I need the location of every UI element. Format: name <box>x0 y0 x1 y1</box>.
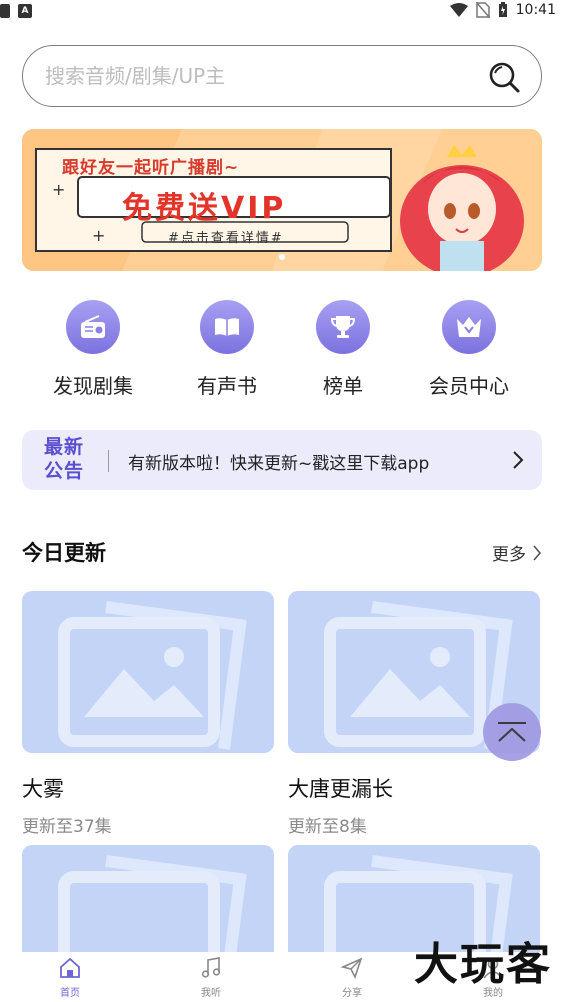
wifi-icon <box>449 3 468 17</box>
announcement-text: 有新版本啦！快来更新~戳这里下载app <box>128 454 430 474</box>
radio-icon <box>66 300 120 354</box>
tab-share[interactable]: 分享 <box>312 956 392 1002</box>
tab-label: 分享 <box>342 988 362 999</box>
tab-label: 首页 <box>60 988 80 999</box>
announcement-bar[interactable]: 最新 公告 有新版本啦！快来更新~戳这里下载app <box>22 430 542 490</box>
app-screen: A 10:41 搜索音频/剧集/UP主 + + 跟好友一起听广播剧~ 免费送VI… <box>0 0 564 1002</box>
chevron-right-icon <box>533 544 542 561</box>
quicknav-label: 榜单 <box>323 374 363 398</box>
chevron-up-icon <box>498 722 526 742</box>
quicknav-vip-center[interactable]: 会员中心 <box>406 300 532 400</box>
banner-pager-dot <box>279 254 285 260</box>
watermark-logo: 大玩客 <box>414 939 552 990</box>
search-icon[interactable] <box>487 60 521 94</box>
home-icon <box>60 957 80 978</box>
quicknav-audiobook[interactable]: 有声书 <box>164 300 290 400</box>
quicknav-label: 有声书 <box>197 374 257 398</box>
tab-listen[interactable]: 我听 <box>171 956 251 1002</box>
card-title: 大唐更漏长 <box>288 777 393 801</box>
back-to-top-button[interactable] <box>483 703 541 761</box>
section-title: 今日更新 <box>22 541 106 565</box>
quicknav-label: 会员中心 <box>429 374 509 398</box>
tab-home[interactable]: 首页 <box>30 956 110 1002</box>
quick-nav: 发现剧集 有声书 榜单 会员中心 <box>22 300 542 400</box>
svg-text:+: + <box>92 226 105 245</box>
quicknav-label: 发现剧集 <box>53 374 133 398</box>
announcement-tag: 最新 公告 <box>44 435 92 483</box>
drama-card[interactable]: 大雾 更新至37集 <box>22 591 274 837</box>
banner-detail-link: #点击查看详情# <box>168 231 284 246</box>
status-system: 10:41 <box>449 2 556 18</box>
announcement-divider <box>108 450 109 472</box>
music-note-icon <box>201 957 221 978</box>
quicknav-ranking[interactable]: 榜单 <box>280 300 406 400</box>
card-title: 大雾 <box>22 777 64 801</box>
chevron-right-icon <box>513 451 524 469</box>
tab-label: 我听 <box>201 988 221 999</box>
battery-icon <box>498 2 507 17</box>
notification-a-icon: A <box>18 4 32 18</box>
book-icon <box>200 300 254 354</box>
announcement-tag-bottom: 公告 <box>44 460 85 482</box>
status-time: 10:41 <box>515 2 556 18</box>
banner-offer: 免费送VIP <box>122 191 287 226</box>
status-bar: A 10:41 <box>0 0 564 26</box>
announcement-tag-top: 最新 <box>44 436 85 458</box>
promo-banner[interactable]: + + 跟好友一起听广播剧~ 免费送VIP #点击查看详情# <box>22 129 542 271</box>
trophy-icon <box>316 300 370 354</box>
quicknav-discover[interactable]: 发现剧集 <box>30 300 156 400</box>
search-bar[interactable] <box>22 45 542 107</box>
svg-text:+: + <box>52 180 65 199</box>
card-subtitle: 更新至37集 <box>22 817 112 837</box>
search-input[interactable] <box>45 62 465 90</box>
crown-icon <box>442 300 496 354</box>
image-placeholder-icon <box>58 601 247 750</box>
notification-icon <box>0 4 10 18</box>
status-notifications: A <box>0 4 32 18</box>
more-link[interactable]: 更多 <box>492 540 542 565</box>
more-label: 更多 <box>492 545 526 565</box>
card-subtitle: 更新至8集 <box>288 817 367 837</box>
no-sim-icon <box>475 2 490 18</box>
card-thumbnail <box>22 591 274 753</box>
banner-headline: 跟好友一起听广播剧~ <box>62 158 240 178</box>
send-icon <box>340 957 363 980</box>
